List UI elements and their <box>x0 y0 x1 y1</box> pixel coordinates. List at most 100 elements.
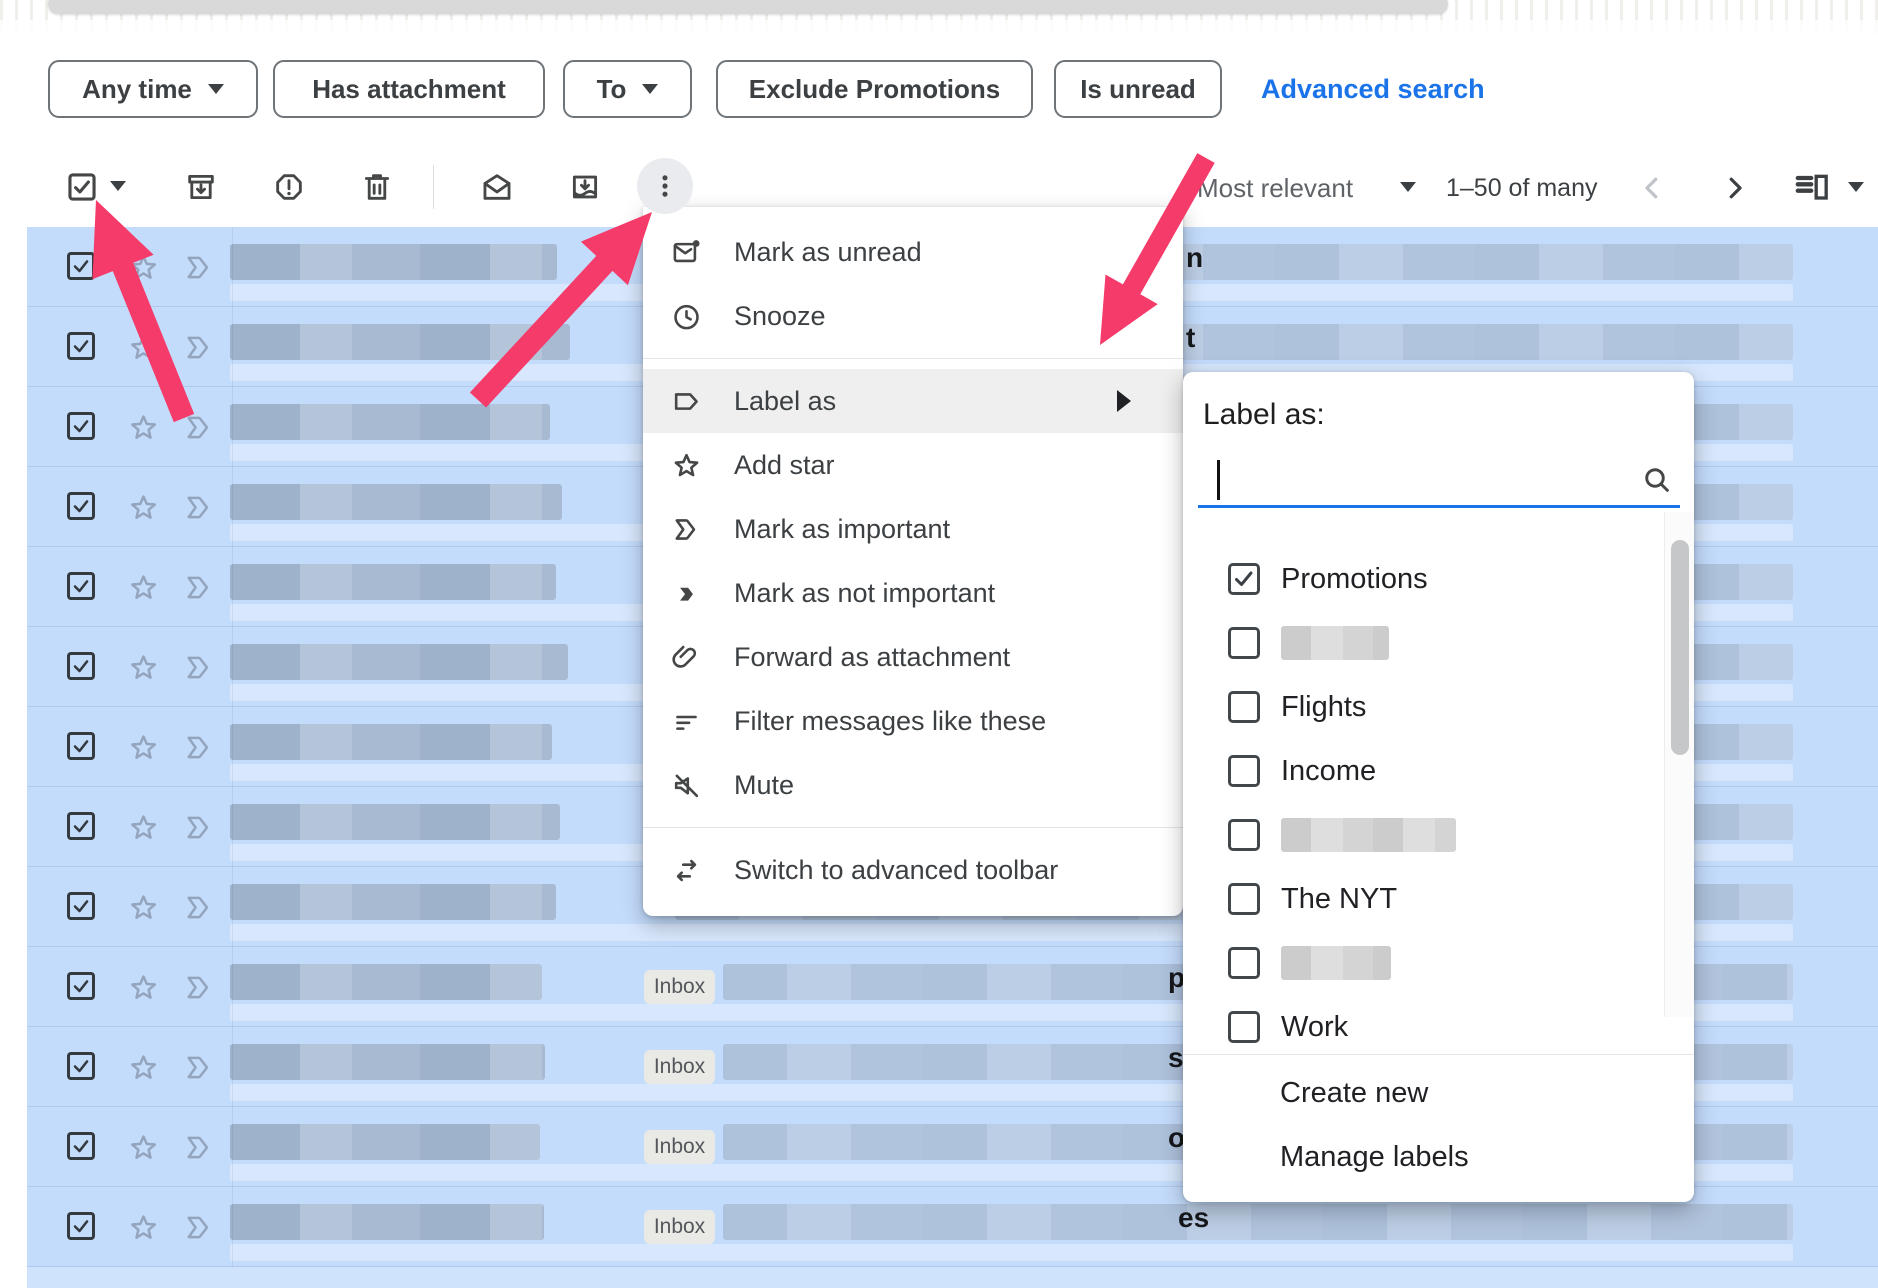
label-option-flights[interactable]: Flights <box>1183 675 1663 739</box>
chevron-down-icon[interactable] <box>1400 182 1416 192</box>
label-search-input[interactable] <box>1222 456 1626 502</box>
filter-chip-to[interactable]: To <box>563 60 692 118</box>
menu-item-switch-to-advanced-toolbar[interactable]: Switch to advanced toolbar <box>643 838 1183 902</box>
menu-item-mark-as-important[interactable]: Mark as important <box>643 497 1183 561</box>
label-search-field[interactable] <box>1198 452 1680 508</box>
advanced-search-link[interactable]: Advanced search <box>1261 74 1485 105</box>
mark-as-read-button[interactable] <box>471 161 523 213</box>
move-to-button[interactable] <box>559 161 611 213</box>
star-icon[interactable] <box>127 251 160 284</box>
checkbox-unchecked-icon[interactable] <box>1228 627 1260 659</box>
text-cursor <box>1217 460 1220 500</box>
inbox-label-badge: Inbox <box>644 1050 715 1084</box>
row-checkbox-checked[interactable] <box>67 492 95 520</box>
subject-fragment: n <box>1186 242 1203 274</box>
select-all-dropdown[interactable] <box>110 181 126 191</box>
label-option-blurred[interactable] <box>1183 803 1663 867</box>
star-icon[interactable] <box>127 651 160 684</box>
row-checkbox-checked[interactable] <box>67 572 95 600</box>
star-icon[interactable] <box>127 1051 160 1084</box>
row-checkbox-checked[interactable] <box>67 652 95 680</box>
importance-marker-icon[interactable] <box>182 731 218 764</box>
checkbox-unchecked-icon[interactable] <box>1228 755 1260 787</box>
label-option-income[interactable]: Income <box>1183 739 1663 803</box>
menu-item-mute[interactable]: Mute <box>643 753 1183 817</box>
checkbox-unchecked-icon[interactable] <box>1228 1011 1260 1043</box>
action-create-new[interactable]: Create new <box>1183 1061 1694 1125</box>
checkbox-checked-icon[interactable] <box>1228 563 1260 595</box>
star-icon[interactable] <box>127 1131 160 1164</box>
menu-item-snooze[interactable]: Snooze <box>643 284 1183 348</box>
filter-chip-any-time[interactable]: Any time <box>48 60 258 118</box>
previous-page-button[interactable] <box>1632 168 1672 208</box>
checkbox-unchecked-icon[interactable] <box>1228 883 1260 915</box>
next-page-button[interactable] <box>1715 168 1755 208</box>
sort-dropdown[interactable]: Most relevant <box>1197 173 1353 204</box>
filter-chip-label: Exclude Promotions <box>749 74 1000 105</box>
importance-marker-icon[interactable] <box>182 1131 218 1164</box>
row-checkbox-checked[interactable] <box>67 732 95 760</box>
menu-item-mark-as-not-important[interactable]: Mark as not important <box>643 561 1183 625</box>
checkbox-unchecked-icon[interactable] <box>1228 947 1260 979</box>
checkbox-unchecked-icon[interactable] <box>1228 819 1260 851</box>
menu-item-label: Mark as important <box>734 514 950 545</box>
row-checkbox-checked[interactable] <box>67 972 95 1000</box>
star-icon[interactable] <box>127 731 160 764</box>
star-icon[interactable] <box>127 1211 160 1244</box>
menu-item-forward-as-attachment[interactable]: Forward as attachment <box>643 625 1183 689</box>
star-icon[interactable] <box>127 571 160 604</box>
importance-marker-icon[interactable] <box>182 651 218 684</box>
split-pane-dropdown[interactable] <box>1848 182 1864 192</box>
importance-marker-icon[interactable] <box>182 491 218 524</box>
label-option-promotions[interactable]: Promotions <box>1183 547 1663 611</box>
importance-marker-icon[interactable] <box>182 411 218 444</box>
scrollbar-thumb[interactable] <box>1671 540 1689 755</box>
report-spam-button[interactable] <box>263 161 315 213</box>
menu-item-mark-as-unread[interactable]: Mark as unread <box>643 220 1183 284</box>
archive-button[interactable] <box>175 161 227 213</box>
menu-item-filter-messages-like-these[interactable]: Filter messages like these <box>643 689 1183 753</box>
label-option-work[interactable]: Work <box>1183 995 1663 1054</box>
menu-item-add-star[interactable]: Add star <box>643 433 1183 497</box>
checkbox-unchecked-icon[interactable] <box>1228 691 1260 723</box>
importance-marker-icon[interactable] <box>182 891 218 924</box>
split-pane-toggle[interactable] <box>1792 168 1836 208</box>
window-top-bar <box>48 0 1448 14</box>
row-checkbox-checked[interactable] <box>67 1212 95 1240</box>
sender-blurred <box>230 1204 544 1240</box>
label-option-blurred[interactable] <box>1183 931 1663 995</box>
importance-marker-icon[interactable] <box>182 571 218 604</box>
filter-chip-exclude-promotions[interactable]: Exclude Promotions <box>716 60 1033 118</box>
star-icon[interactable] <box>127 971 160 1004</box>
importance-marker-icon[interactable] <box>182 971 218 1004</box>
importance-marker-icon[interactable] <box>182 331 218 364</box>
importance-marker-icon[interactable] <box>182 1051 218 1084</box>
importance-marker-icon[interactable] <box>182 1211 218 1244</box>
row-checkbox-checked[interactable] <box>67 1132 95 1160</box>
row-checkbox-checked[interactable] <box>67 332 95 360</box>
row-checkbox-checked[interactable] <box>67 252 95 280</box>
menu-item-label-as[interactable]: Label as <box>643 369 1183 433</box>
filter-chip-is-unread[interactable]: Is unread <box>1054 60 1222 118</box>
inbox-label-badge: Inbox <box>644 1130 715 1164</box>
filter-chip-label: To <box>597 74 627 105</box>
label-option-blurred[interactable] <box>1183 611 1663 675</box>
star-icon[interactable] <box>127 811 160 844</box>
filter-chip-has-attachment[interactable]: Has attachment <box>273 60 545 118</box>
row-checkbox-checked[interactable] <box>67 412 95 440</box>
importance-marker-icon[interactable] <box>182 251 218 284</box>
more-options-button[interactable] <box>637 158 693 214</box>
action-manage-labels[interactable]: Manage labels <box>1183 1125 1694 1189</box>
row-checkbox-checked[interactable] <box>67 1052 95 1080</box>
delete-button[interactable] <box>351 161 403 213</box>
label-option-the-nyt[interactable]: The NYT <box>1183 867 1663 931</box>
row-checkbox-checked[interactable] <box>67 892 95 920</box>
label-as-panel: Label as: PromotionsFlightsIncomeThe NYT… <box>1183 372 1694 1202</box>
row-checkbox-checked[interactable] <box>67 812 95 840</box>
importance-marker-icon[interactable] <box>182 811 218 844</box>
star-icon[interactable] <box>127 491 160 524</box>
star-icon[interactable] <box>127 331 160 364</box>
star-icon[interactable] <box>127 891 160 924</box>
select-all-checkbox[interactable] <box>56 161 108 213</box>
star-icon[interactable] <box>127 411 160 444</box>
